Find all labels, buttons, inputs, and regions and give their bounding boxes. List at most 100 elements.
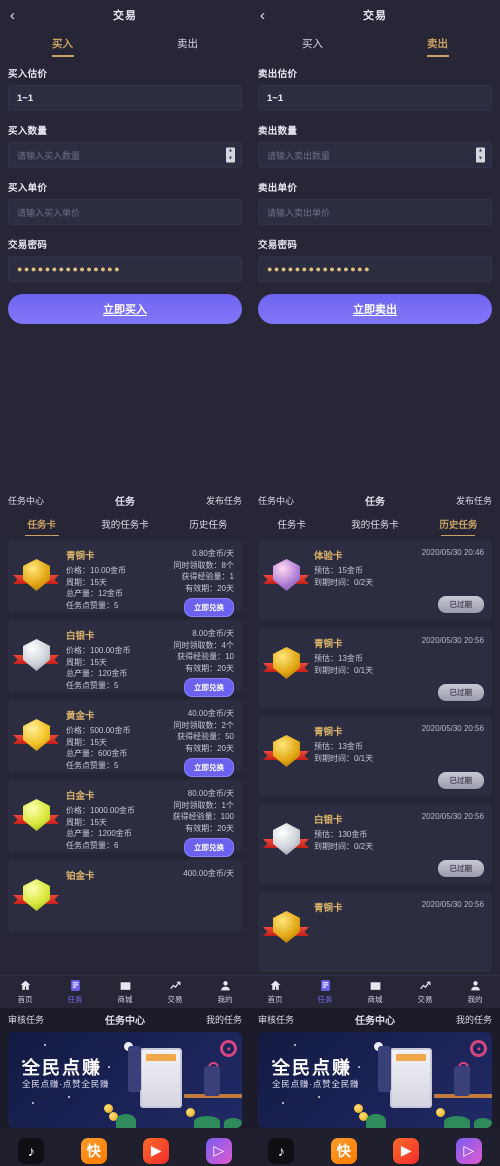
app-item-huoshan[interactable]: ▶ 火山小视频 (375, 1137, 438, 1166)
app-screenshot: ‹ 交易 买入 卖出 买入估价 1~1 买入数量 请输入买入数量 ▲ ▼ 买入单价 (0, 0, 500, 1166)
task-card-rate: 40.00金币/天 (187, 709, 234, 718)
sell-estimate-label: 卖出估价 (258, 69, 298, 80)
status-badge[interactable]: 已过期 (437, 684, 484, 701)
header-review-task[interactable]: 审核任务 (258, 1013, 294, 1026)
nav-label: 首页 (17, 995, 33, 1004)
sell-unitprice-field[interactable]: 请输入卖出单价 (258, 199, 492, 225)
nav-item-shop[interactable]: 商城 (100, 979, 150, 1005)
nav-item-home[interactable]: 首页 (250, 979, 300, 1005)
banner-subtitle: 全民点赚·点赞全民赚 (272, 1079, 360, 1089)
sell-estimate-field[interactable]: 1~1 (258, 85, 492, 111)
header-publish-task[interactable]: 发布任务 (456, 494, 492, 507)
status-badge[interactable]: 已过期 (437, 860, 484, 877)
tablet-illustration (390, 1048, 432, 1108)
task-card-points: 任务点赞量：5 (66, 600, 119, 610)
sell-password-field[interactable]: ●●●●●●●●●●●●●●● (258, 256, 492, 282)
bush-illustration (474, 1118, 492, 1128)
app-item-kuaishou[interactable]: 快 快手 (63, 1137, 126, 1166)
task-card-points: 任务点赞量：5 (66, 680, 119, 690)
app-item-weishi[interactable]: ▷ 微视 (438, 1137, 500, 1166)
task-card-period: 周期：15天 (66, 577, 107, 587)
tab-task-card[interactable]: 任务卡 (250, 517, 333, 531)
trade-buy-navbar: ‹ 交易 (0, 0, 250, 30)
tab-my-task-card[interactable]: 我的任务卡 (83, 517, 166, 531)
tab-sell[interactable]: 卖出 (125, 36, 250, 51)
tab-my-task-card[interactable]: 我的任务卡 (333, 517, 416, 531)
banner-row: 审核任务 任务中心 我的任务 全民点赚 全民点赚·点赞全民赚 ♪ 快 ▶ ▷ 审… (0, 1008, 500, 1166)
nav-item-trade[interactable]: 交易 (150, 979, 200, 1005)
header-publish-task[interactable]: 发布任务 (206, 494, 242, 507)
history-card-meta: 2020/05/30 20:56 已过期 (422, 635, 484, 701)
nav-item-shop[interactable]: 商城 (350, 979, 400, 1005)
task-card[interactable]: 铂金卡 400.00金币/天 (8, 860, 242, 932)
header-my-task[interactable]: 我的任务 (456, 1013, 492, 1026)
exchange-button[interactable]: 立即兑换 (184, 838, 234, 857)
nav-item-trade[interactable]: 交易 (400, 979, 450, 1005)
header-title: 任务中心 (355, 1015, 395, 1027)
header-my-task[interactable]: 我的任务 (206, 1013, 242, 1026)
task-card[interactable]: 白金卡 价格：1000.00金币 周期：15天 总产量：1200金币 任务点赞量… (8, 780, 242, 857)
nav-item-home[interactable]: 首页 (0, 979, 50, 1005)
buy-password-field[interactable]: ●●●●●●●●●●●●●●● (8, 256, 242, 282)
history-card[interactable]: 青铜卡 预估：13金币 到期时间：0/1天 2020/05/30 20:56 已… (258, 628, 492, 708)
bush-illustration (116, 1114, 136, 1128)
douyin-icon: ♪ (18, 1137, 45, 1164)
history-card[interactable]: 体验卡 预估：15金币 到期时间：0/2天 2020/05/30 20:46 已… (258, 540, 492, 620)
gold-shield-icon (13, 713, 59, 757)
task-card[interactable]: 黄金卡 价格：500.00金币 周期：15天 总产量：600金币 任务点赞量：5… (8, 700, 242, 777)
exchange-button[interactable]: 立即兑换 (184, 758, 234, 777)
trade-sell-tabs: 买入 卖出 (250, 30, 500, 56)
nav-item-task[interactable]: 任务 (300, 979, 350, 1005)
history-card[interactable]: 白银卡 预估：130金币 到期时间：0/2天 2020/05/30 20:56 … (258, 804, 492, 884)
task-card-name: 黄金卡 (66, 711, 95, 722)
header-review-task[interactable]: 审核任务 (8, 1013, 44, 1026)
history-card-info: 青铜卡 预估：13金币 到期时间：0/1天 (306, 723, 422, 789)
exchange-button[interactable]: 立即兑换 (184, 598, 234, 617)
exchange-button[interactable]: 立即兑换 (184, 678, 234, 697)
app-item-douyin[interactable]: ♪ 抖音 (0, 1137, 63, 1166)
app-item-huoshan[interactable]: ▶ 火山小视频 (125, 1137, 188, 1166)
history-card[interactable]: 青铜卡 预估：13金币 到期时间：0/1天 2020/05/30 20:56 已… (258, 716, 492, 796)
history-card[interactable]: 青铜卡 2020/05/30 20:56 (258, 892, 492, 972)
task-card[interactable]: 白银卡 价格：100.00金币 周期：15天 总产量：120金币 任务点赞量：5… (8, 620, 242, 697)
nav-item-mine[interactable]: 我的 (200, 979, 250, 1005)
buy-unitprice-field[interactable]: 请输入买入单价 (8, 199, 242, 225)
task-left-header: 任务中心 任务 发布任务 (0, 488, 250, 512)
status-badge[interactable]: 已过期 (437, 596, 484, 613)
banner-title: 全民点赚 (272, 1058, 352, 1078)
gear-icon (220, 1040, 237, 1057)
task-card[interactable]: 青铜卡 价格：10.00金币 周期：15天 总产量：12金币 任务点赞量：5 0… (8, 540, 242, 617)
app-item-kuaishou[interactable]: 快 快手 (313, 1137, 376, 1166)
tab-task-card[interactable]: 任务卡 (0, 517, 83, 531)
task-card-info: 白银卡 价格：100.00金币 周期：15天 总产量：120金币 任务点赞量：5 (56, 627, 174, 690)
tab-history-task[interactable]: 历史任务 (167, 517, 250, 531)
nav-item-mine[interactable]: 我的 (450, 979, 500, 1005)
history-card-expire: 到期时间：0/1天 (314, 753, 374, 763)
status-badge[interactable]: 已过期 (437, 772, 484, 789)
task-card-exp: 获得经验量：100 (172, 812, 234, 821)
quantity-stepper[interactable]: ▲ ▼ (226, 147, 235, 163)
buy-now-button[interactable]: 立即买入 (8, 294, 242, 324)
tab-buy[interactable]: 买入 (250, 36, 375, 51)
promo-banner[interactable]: 全民点赚 全民点赚·点赞全民赚 (8, 1032, 242, 1128)
tab-buy[interactable]: 买入 (0, 36, 125, 51)
huoshan-icon: ▶ (143, 1137, 170, 1164)
promo-banner[interactable]: 全民点赚 全民点赚·点赞全民赚 (258, 1032, 492, 1128)
tab-history-task[interactable]: 历史任务 (417, 517, 500, 531)
sell-quantity-field[interactable]: 请输入卖出数量 ▲ ▼ (258, 142, 492, 168)
bronze-shield-icon (263, 905, 309, 949)
quantity-stepper[interactable]: ▲ ▼ (476, 147, 485, 163)
tab-sell[interactable]: 卖出 (375, 36, 500, 51)
header-task-center[interactable]: 任务中心 (8, 494, 44, 507)
app-item-weishi[interactable]: ▷ 微视 (188, 1137, 251, 1166)
buy-estimate-field[interactable]: 1~1 (8, 85, 242, 111)
nav-item-task[interactable]: 任务 (50, 979, 100, 1005)
history-card-estimate: 预估：13金币 (314, 742, 363, 751)
banner-panel-left: 审核任务 任务中心 我的任务 全民点赚 全民点赚·点赞全民赚 ♪ 快 ▶ ▷ (0, 1008, 250, 1166)
app-item-douyin[interactable]: ♪ 抖音 (250, 1137, 313, 1166)
header-task-center[interactable]: 任务中心 (258, 494, 294, 507)
task-card-valid: 有效期：20天 (185, 583, 234, 593)
sell-now-button[interactable]: 立即卖出 (258, 294, 492, 324)
buy-quantity-field[interactable]: 请输入买入数量 ▲ ▼ (8, 142, 242, 168)
nav-label: 商城 (117, 995, 133, 1004)
